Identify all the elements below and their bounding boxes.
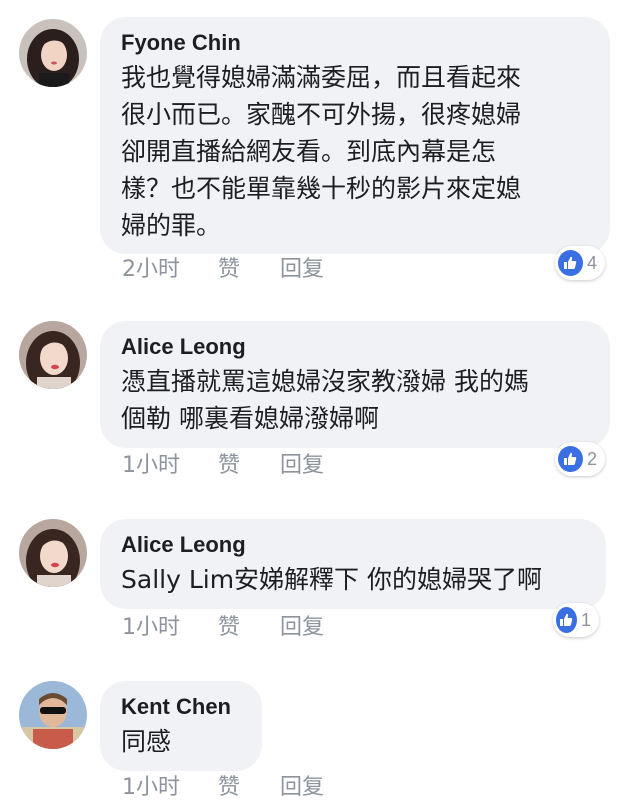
thumbs-up-icon — [556, 607, 577, 633]
reply-button[interactable]: 回复 — [280, 774, 324, 800]
comment-meta: 1小时赞回复 — [122, 614, 324, 642]
reaction-count[interactable]: 4 — [555, 246, 605, 280]
comment-bubble: Alice Leong 憑直播就罵這媳婦沒家教潑婦 我的媽 個勒 哪裏看媳婦潑婦… — [100, 321, 610, 448]
comment-bubble: Kent Chen 同感 — [100, 681, 262, 771]
reply-button[interactable]: 回复 — [280, 256, 324, 284]
comment-text: 同感 — [121, 727, 172, 756]
reply-button[interactable]: 回复 — [280, 614, 324, 642]
thumbs-up-icon — [558, 446, 583, 472]
reaction-number: 4 — [586, 252, 597, 273]
comment-meta: 2小时赞回复 — [122, 256, 324, 284]
timestamp[interactable]: 2小时 — [122, 256, 218, 284]
comment-text: Sally Lim安娣解釋下 你的媳婦哭了啊 — [121, 565, 542, 594]
avatar[interactable] — [19, 681, 87, 749]
comment-author[interactable]: Kent Chen — [121, 693, 242, 721]
avatar[interactable] — [19, 19, 87, 87]
reaction-number: 1 — [580, 609, 591, 630]
timestamp[interactable]: 1小时 — [122, 774, 218, 800]
reaction-count[interactable]: 2 — [555, 442, 605, 476]
like-button[interactable]: 赞 — [218, 774, 280, 800]
comment-meta: 1小时赞回复 — [122, 774, 324, 800]
reply-button[interactable]: 回复 — [280, 452, 324, 480]
avatar[interactable] — [19, 321, 87, 389]
reaction-count[interactable]: 1 — [553, 603, 599, 637]
comment-bubble: Alice Leong Sally Lim安娣解釋下 你的媳婦哭了啊 — [100, 519, 606, 609]
thumbs-up-icon — [558, 250, 583, 276]
like-button[interactable]: 赞 — [218, 614, 280, 642]
like-button[interactable]: 赞 — [218, 256, 280, 284]
comment-meta: 1小时赞回复 — [122, 452, 324, 480]
timestamp[interactable]: 1小时 — [122, 452, 218, 480]
comment-bubble: Fyone Chin 我也覺得媳婦滿滿委屈，而且看起來 很小而已。家醜不可外揚，… — [100, 17, 610, 254]
comment-text: 我也覺得媳婦滿滿委屈，而且看起來 很小而已。家醜不可外揚，很疼媳婦 卻開直播給網… — [121, 63, 522, 240]
comment-list: Fyone Chin 我也覺得媳婦滿滿委屈，而且看起來 很小而已。家醜不可外揚，… — [0, 0, 630, 800]
reaction-number: 2 — [586, 448, 597, 469]
timestamp[interactable]: 1小时 — [122, 614, 218, 642]
comment-author[interactable]: Alice Leong — [121, 333, 590, 361]
avatar[interactable] — [19, 519, 87, 587]
comment-author[interactable]: Fyone Chin — [121, 29, 590, 57]
comment-text: 憑直播就罵這媳婦沒家教潑婦 我的媽 個勒 哪裏看媳婦潑婦啊 — [121, 367, 529, 433]
comment-author[interactable]: Alice Leong — [121, 531, 586, 559]
like-button[interactable]: 赞 — [218, 452, 280, 480]
